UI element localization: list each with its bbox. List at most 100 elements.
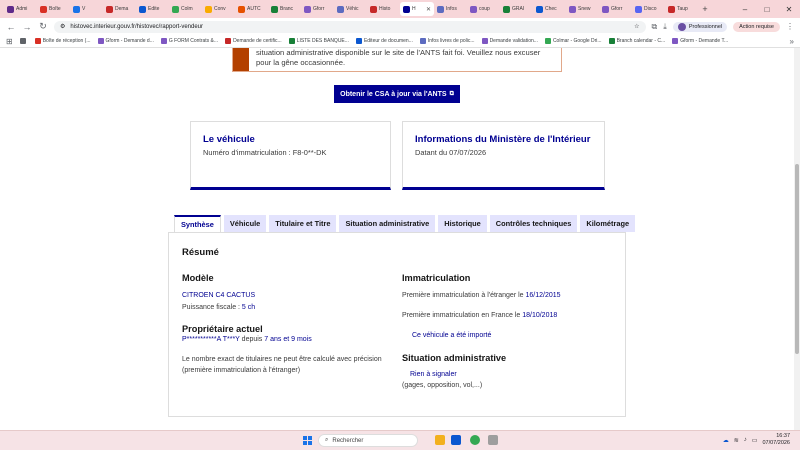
tab-label: Dema [115,6,129,12]
bookmark-item[interactable]: Demande validation... [481,38,538,44]
action-required-button[interactable]: Action requise [733,21,780,32]
more-bookmarks-icon[interactable]: » [790,37,794,46]
browser-tab[interactable]: Branc [268,2,301,16]
close-tab-icon[interactable]: ✕ [426,6,431,13]
browser-tab[interactable]: Taup [665,2,698,16]
profile-button[interactable]: Professionnel [672,21,728,32]
browser-tab[interactable]: Infos [434,2,467,16]
tab-vehicule[interactable]: Véhicule [223,215,267,232]
owner-line: P***********A T***Y depuis 7 ans et 9 mo… [182,336,312,343]
first-registration-france: Première immatriculation en France le 18… [402,312,557,319]
tab-favicon-icon [602,5,609,13]
browser-tab[interactable]: Chec [533,2,566,16]
browser-tab[interactable]: H ✕ [400,2,434,16]
maximize-icon[interactable]: □ [756,5,778,14]
bookmark-item[interactable]: Demande de certific... [225,38,282,44]
bookmark-item[interactable]: Gform - Demande T... [672,38,728,44]
windows-start-icon[interactable] [303,436,312,445]
clock-time: 16:37 [776,433,790,439]
ministry-info-card: Informations du Ministère de l'Intérieur… [402,121,605,190]
bookmark-favicon-icon [419,38,426,44]
browser-tab[interactable]: Gforr [301,2,334,16]
bookmark-favicon-icon [19,38,26,44]
taskbar-search[interactable]: ⌕ Rechercher [318,434,418,447]
battery-icon[interactable]: ▭ [752,437,758,444]
extensions-icon[interactable]: ⧉ [652,22,658,32]
apps-grid-icon[interactable]: ⊞ [6,37,13,46]
alert-stripe [233,48,249,71]
bookmark-item[interactable]: G FORM Contrats &... [160,38,218,44]
browser-tab[interactable]: GRAI [500,2,533,16]
reload-icon[interactable]: ↻ [38,21,48,32]
browser-tab[interactable]: Admi [4,2,37,16]
browser-tab[interactable]: Dema [103,2,136,16]
bookmark-star-icon[interactable]: ☆ [634,23,639,30]
wifi-icon[interactable]: ≋ [734,437,739,444]
browser-tab[interactable]: V [70,2,103,16]
bookmark-item[interactable]: LISTE DES BANQUE... [288,38,349,44]
vehicle-card: Le véhicule Numéro d'immatriculation : F… [190,121,391,190]
browser-toolbar: ← → ↻ ⚙ histovec.interieur.gouv.fr/histo… [0,18,800,35]
address-bar[interactable]: ⚙ histovec.interieur.gouv.fr/histovec/ra… [54,20,646,33]
bookmark-item[interactable]: Branch calendar - C... [608,38,665,44]
os-taskbar: ⌕ Rechercher ☁ ≋ ♪ ▭ 16:37 07/07/2026 [0,430,800,450]
tab-historique[interactable]: Historique [438,215,487,232]
volume-icon[interactable]: ♪ [744,437,747,443]
back-icon[interactable]: ← [6,22,16,32]
tab-label: H [412,6,416,12]
registration-heading: Immatriculation [402,273,471,283]
onedrive-icon[interactable]: ☁ [723,437,729,444]
bookmark-label: Colmar - Google Dri... [552,38,602,44]
close-window-icon[interactable]: ✕ [778,5,800,14]
page-scrollbar[interactable] [794,48,800,430]
new-tab-icon[interactable]: + [698,4,712,14]
browser-tab[interactable]: Histo [367,2,400,16]
bookmark-item[interactable]: Editeur de documen... [355,38,413,44]
chrome-app-icon[interactable] [470,435,480,445]
minimize-icon[interactable]: – [734,5,756,14]
system-clock[interactable]: 16:37 07/07/2026 [762,433,790,447]
bookmark-item[interactable]: Boîte de réception (... [34,38,91,44]
browser-tab[interactable]: Véhic [334,2,367,16]
bookmarks-bar: ⊞ Boîte de réception (... Gform - Demande… [0,35,800,48]
tab-kilometrage[interactable]: Kilométrage [580,215,636,232]
file-explorer-icon[interactable] [435,435,445,445]
france-label: Première immatriculation en France le [402,312,523,319]
bookmark-item[interactable]: Colmar - Google Dri... [544,38,602,44]
notepad-app-icon[interactable] [488,435,498,445]
bookmark-label: Gform - Demande T... [680,38,729,44]
tab-controles[interactable]: Contrôles techniques [489,215,578,232]
abroad-label: Première immatriculation à l'étranger le [402,292,526,299]
csa-ants-button[interactable]: Obtenir le CSA à jour via l'ANTS ⧉ [334,85,460,103]
scrollbar-thumb[interactable] [795,164,799,354]
site-info-icon[interactable]: ⚙ [60,23,65,30]
browser-tab[interactable]: AUTC [235,2,268,16]
system-tray: ☁ ≋ ♪ ▭ 16:37 07/07/2026 [723,433,790,447]
clock-date: 07/07/2026 [762,440,790,446]
browser-tab[interactable]: Gforr [599,2,632,16]
vehicle-card-subtitle: Numéro d'immatriculation : F8-0**-DK [203,148,327,157]
bookmark-item[interactable]: Gform - Demande d... [97,38,154,44]
bookmark-item[interactable] [19,38,28,44]
bookmark-item[interactable]: Infos livres de polic... [419,38,475,44]
tab-synthese[interactable]: Synthèse [174,215,221,232]
browser-tab[interactable]: Edite [136,2,169,16]
more-menu-icon[interactable]: ⋮ [786,22,794,31]
france-date: 18/10/2018 [522,312,558,319]
tab-titulaire[interactable]: Titulaire et Titre [269,215,337,232]
browser-tab[interactable]: Disco [632,2,665,16]
bookmark-label: Demande validation... [489,38,538,44]
browser-tab-strip: Admi Boîte V Dema Edite Colm Conv AUTC Branc Gfor… [0,0,800,18]
browser-tab[interactable]: Boîte [37,2,70,16]
browser-tab[interactable]: Snew [566,2,599,16]
browser-tab[interactable]: Colm [169,2,202,16]
forward-icon[interactable]: → [22,22,32,32]
download-icon[interactable]: ⤓ [663,22,667,32]
tab-label: Histo [379,6,391,12]
mail-app-icon[interactable] [451,435,461,445]
tab-situation[interactable]: Situation administrative [339,215,436,232]
browser-tab[interactable]: coup [467,2,500,16]
tab-label: Branc [280,6,294,12]
tab-label: GRAI [512,6,525,12]
browser-tab[interactable]: Conv [202,2,235,16]
